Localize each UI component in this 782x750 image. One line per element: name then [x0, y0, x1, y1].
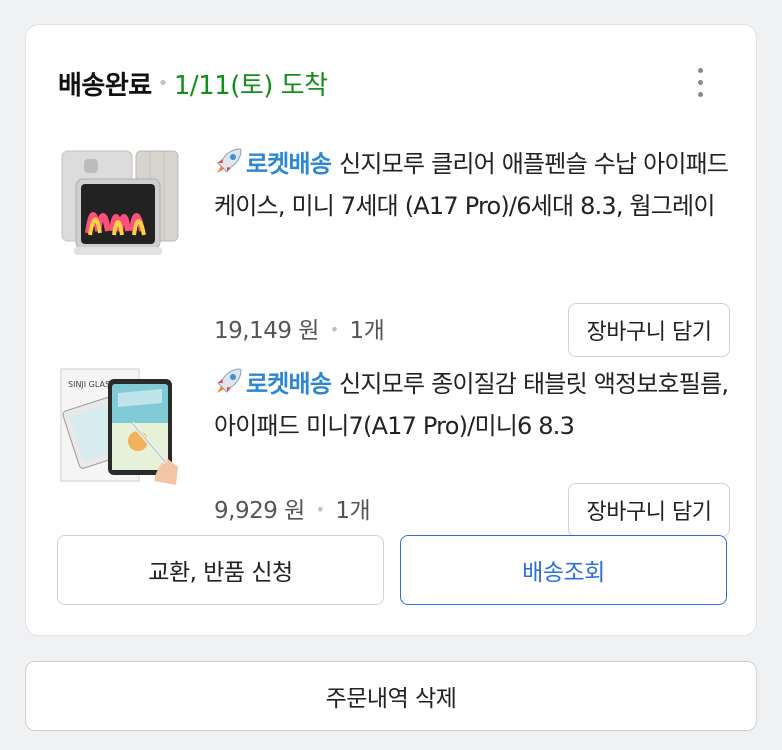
product-title-row[interactable]: 로켓배송 신지모루 클리어 애플펜슬 수납 아이패드 케이스, 미니 7세대 (A…	[214, 143, 730, 227]
price-row: 9,929 원 • 1개	[214, 491, 371, 525]
price-row: 19,149 원 • 1개	[214, 311, 385, 345]
more-options-button[interactable]	[688, 65, 712, 101]
item-quantity: 1개	[335, 498, 371, 524]
exchange-return-button[interactable]: 교환, 반품 신청	[57, 535, 384, 605]
add-to-cart-button[interactable]: 장바구니 담기	[568, 483, 730, 537]
item-quantity: 1개	[349, 318, 385, 344]
price-separator: •	[329, 320, 339, 339]
delete-order-button[interactable]: 주문내역 삭제	[25, 661, 757, 731]
item-details: 로켓배송 신지모루 클리어 애플펜슬 수납 아이패드 케이스, 미니 7세대 (A…	[214, 143, 730, 227]
item-details: 로켓배송 신지모루 종이질감 태블릿 액정보호필름, 아이패드 미니7(A17 P…	[214, 363, 730, 447]
header-separator: •	[157, 73, 169, 94]
rocket-delivery-badge: 로켓배송	[246, 150, 332, 178]
track-delivery-button[interactable]: 배송조회	[400, 535, 727, 605]
order-header: 배송완료 • 1/11(토) 도착	[58, 65, 328, 102]
product-image-ipad-case[interactable]	[58, 143, 180, 265]
item-price: 9,929 원	[214, 498, 305, 524]
rocket-icon	[217, 148, 242, 173]
price-separator: •	[315, 500, 325, 519]
item-price: 19,149 원	[214, 318, 319, 344]
rocket-icon	[217, 368, 242, 393]
product-title-row[interactable]: 로켓배송 신지모루 종이질감 태블릿 액정보호필름, 아이패드 미니7(A17 P…	[214, 363, 730, 447]
product-image-screen-protector[interactable]: SINJI GLASS	[58, 363, 180, 485]
order-item: SINJI GLASS 로켓배송 신지모루 종이질감 태블릿 액정보호필름, 아…	[58, 363, 730, 537]
more-vertical-icon	[688, 68, 712, 97]
order-item: 로켓배송 신지모루 클리어 애플펜슬 수납 아이패드 케이스, 미니 7세대 (A…	[58, 143, 730, 357]
arrival-date: 1/11(토) 도착	[173, 71, 328, 101]
order-card: 배송완료 • 1/11(토) 도착 로켓배송 신지모루 클리어 애플펜슬 수납 …	[25, 24, 757, 636]
delivery-status: 배송완료	[58, 71, 152, 101]
add-to-cart-button[interactable]: 장바구니 담기	[568, 303, 730, 357]
rocket-delivery-badge: 로켓배송	[246, 370, 332, 398]
